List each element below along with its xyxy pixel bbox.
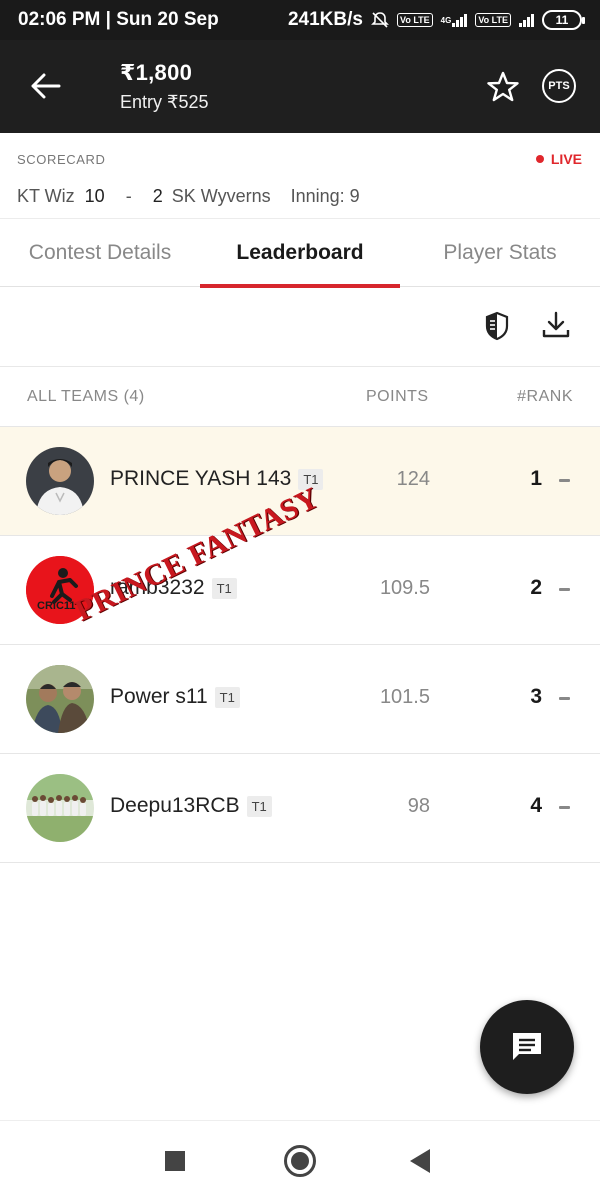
favorite-button[interactable] xyxy=(484,68,522,106)
signal-icon: 4G xyxy=(441,13,468,27)
back-button[interactable] xyxy=(28,68,64,104)
compare-teams-button[interactable] xyxy=(480,309,514,343)
star-icon xyxy=(487,71,519,102)
col-rank: #RANK xyxy=(517,388,573,405)
rank-change-dash-icon xyxy=(559,479,570,482)
download-icon xyxy=(542,311,570,338)
team-badge: T1 xyxy=(211,577,237,599)
rank-change-dash-icon xyxy=(559,806,570,809)
home-circle-icon[interactable] xyxy=(284,1145,316,1177)
table-row[interactable]: Power s11 T1 101.5 3 xyxy=(0,645,600,754)
avatar xyxy=(26,774,94,842)
team2-score: 2 xyxy=(152,186,163,206)
download-button[interactable] xyxy=(538,307,574,343)
scorecard-label: SCORECARD xyxy=(17,152,106,167)
scorecard[interactable]: SCORECARD LIVE KT Wiz 10 - 2 SK Wyverns … xyxy=(0,133,600,219)
avatar xyxy=(26,447,94,515)
live-indicator: LIVE xyxy=(535,151,582,167)
tab-leaderboard[interactable]: Leaderboard xyxy=(200,219,400,288)
volte-icon-2: Vo LTE xyxy=(475,13,511,27)
team-name-text: PRINCE YASH 143 xyxy=(110,467,292,490)
status-time-date: 02:06 PM | Sun 20 Sep xyxy=(18,9,219,30)
team2-name: SK Wyverns xyxy=(171,186,271,206)
team-badge: T1 xyxy=(246,795,272,817)
chat-button[interactable] xyxy=(480,1000,574,1094)
team1-name: KT Wiz xyxy=(17,186,75,206)
team-name: PRINCE YASH 143 T1 xyxy=(110,467,324,491)
team-points: 101.5 xyxy=(379,686,430,708)
team-rank: 1 xyxy=(530,467,542,490)
avatar-logo-text: CRIC11 xyxy=(37,600,76,612)
status-bar: 02:06 PM | Sun 20 Sep 241KB/s Vo LTE 4G … xyxy=(0,0,600,40)
recents-square-icon[interactable] xyxy=(165,1151,185,1171)
team-name: Power s11 T1 xyxy=(110,685,240,709)
rank-change-dash-icon xyxy=(559,697,570,700)
mute-bell-icon xyxy=(371,11,389,29)
col-all-teams: ALL TEAMS (4) xyxy=(27,388,145,405)
live-dot-icon xyxy=(535,155,544,163)
match-score: KT Wiz 10 - 2 SK Wyverns Inning: 9 xyxy=(17,186,360,207)
inning-info: Inning: 9 xyxy=(290,186,360,206)
tab-contest-details[interactable]: Contest Details xyxy=(0,219,200,287)
contest-tabs: Contest Details Leaderboard Player Stats xyxy=(0,219,600,288)
back-triangle-icon[interactable] xyxy=(410,1149,430,1173)
prize-amount: ₹1,800 xyxy=(120,60,193,85)
avatar xyxy=(26,665,94,733)
points-system-button[interactable]: PTS xyxy=(542,69,576,103)
leaderboard-header: ALL TEAMS (4) POINTS #RANK xyxy=(0,367,600,427)
team-points: 124 xyxy=(396,468,430,490)
team-points: 109.5 xyxy=(379,577,430,599)
table-row[interactable]: Deepu13RCB T1 98 4 xyxy=(0,754,600,863)
team-badge: T1 xyxy=(214,686,240,708)
leaderboard-toolbar xyxy=(0,287,600,367)
team-points: 98 xyxy=(407,795,430,817)
arrow-left-icon xyxy=(31,73,61,99)
net-type: 4G xyxy=(440,15,452,25)
team-name: Deepu13RCB T1 xyxy=(110,794,272,818)
team-name-text: Power s11 xyxy=(110,685,208,708)
team-rank: 4 xyxy=(530,794,542,817)
net-speed: 241KB/s xyxy=(287,9,363,30)
battery-icon: 11 xyxy=(542,10,585,30)
rank-change-dash-icon xyxy=(559,588,570,591)
app-header: ₹1,800 Entry ₹525 PTS xyxy=(0,40,600,133)
team-rank: 3 xyxy=(530,685,542,708)
entry-fee: Entry ₹525 xyxy=(120,92,209,112)
tab-player-stats[interactable]: Player Stats xyxy=(400,219,600,287)
contest-title: ₹1,800 Entry ₹525 xyxy=(120,60,209,113)
signal-icon-2 xyxy=(519,13,534,27)
volte-icon: Vo LTE xyxy=(396,13,433,27)
team-name-text: Deepu13RCB xyxy=(110,794,240,817)
team1-score: 10 xyxy=(84,186,105,206)
system-nav-bar xyxy=(0,1120,600,1200)
compare-shield-icon xyxy=(485,311,509,341)
live-label: LIVE xyxy=(550,151,582,167)
score-separator: - xyxy=(125,186,132,206)
chat-bubble-icon xyxy=(513,1033,541,1060)
team-rank: 2 xyxy=(530,576,542,599)
col-points: POINTS xyxy=(366,388,429,405)
